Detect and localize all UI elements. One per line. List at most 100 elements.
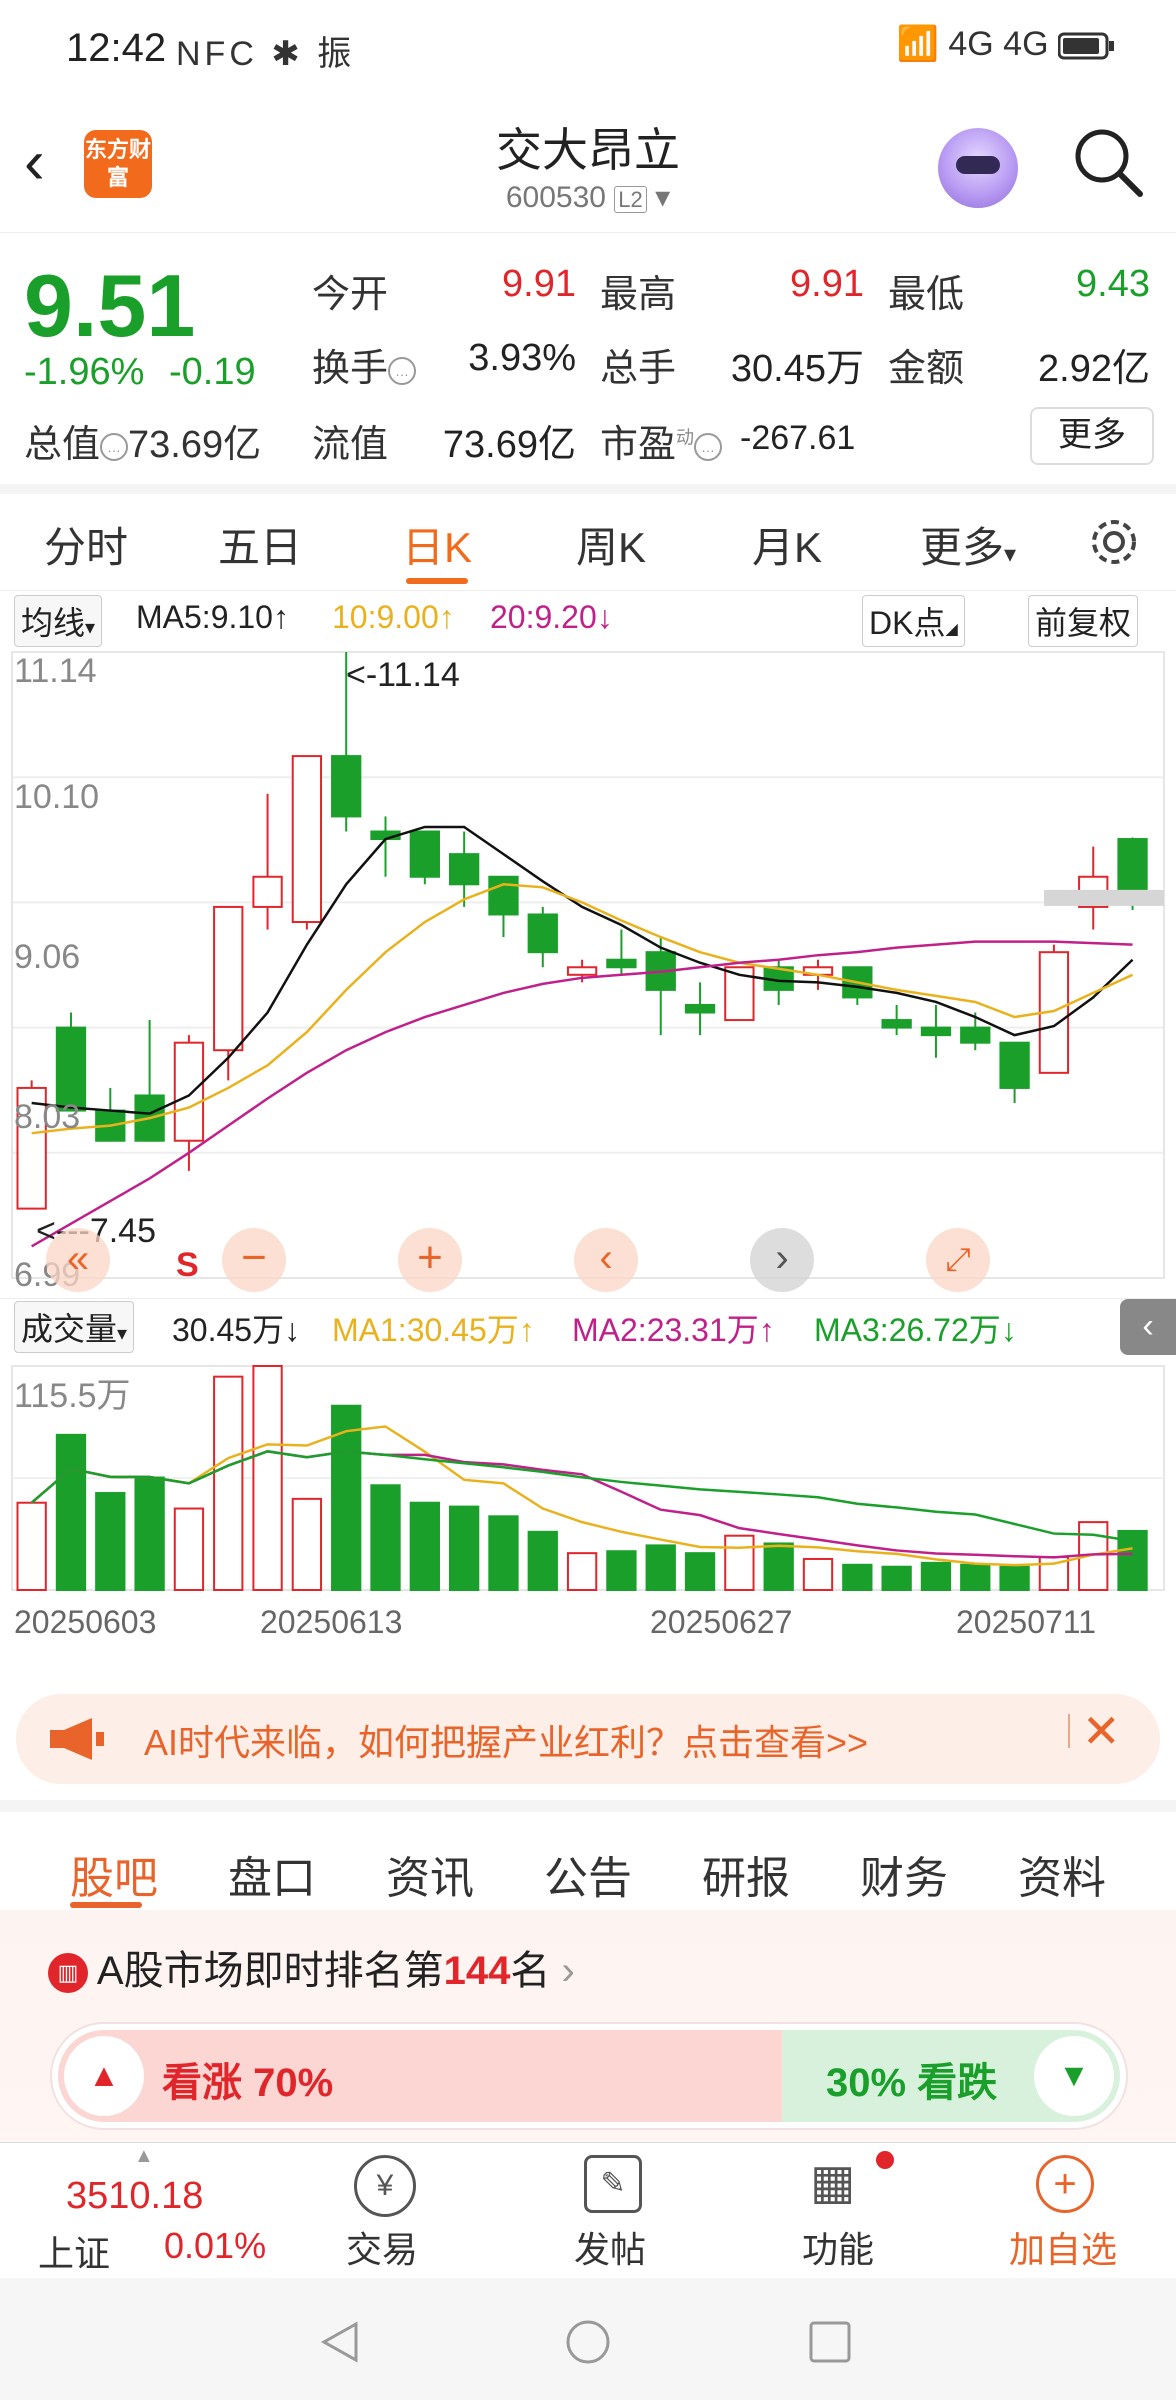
tab-finance[interactable]: 财务 <box>860 1842 948 1906</box>
nav-trade[interactable]: ¥ 交易 <box>320 2155 450 2275</box>
close-icon[interactable]: ✕ <box>1082 1704 1121 1758</box>
low-value: 9.43 <box>1076 263 1150 305</box>
volume-axis-label: 115.5万 <box>14 1377 131 1415</box>
fullscreen-icon[interactable]: ⤢ <box>926 1228 990 1292</box>
signal-icon: 4G 4G <box>948 25 1049 63</box>
tab-profile[interactable]: 资料 <box>1018 1842 1106 1906</box>
volume-bar <box>173 1507 205 1592</box>
tab-guba[interactable]: 股吧 <box>70 1842 158 1906</box>
pe-label[interactable]: 市盈动… <box>600 413 723 468</box>
adjust-button[interactable]: 前复权 <box>1028 595 1139 647</box>
tab-monthly-k[interactable]: 月K <box>752 514 822 575</box>
volume-bar <box>95 1492 126 1591</box>
grid-icon: ▦ <box>810 2156 856 2209</box>
chevron-right-icon: › <box>561 1949 575 1993</box>
candle-body <box>527 913 558 954</box>
float-mv-value: 73.69亿 <box>442 424 576 466</box>
volume-bar <box>488 1515 519 1592</box>
candle-body <box>331 755 362 818</box>
volume-label: 总手 <box>600 348 677 390</box>
open-value: 9.91 <box>502 263 576 305</box>
volume-bar <box>881 1565 912 1592</box>
search-icon[interactable] <box>1072 126 1144 198</box>
bullish-vote-button[interactable]: ▲ 看涨 70% <box>58 2030 818 2122</box>
level2-badge: L2 <box>614 186 647 213</box>
ma10-value: 10:9.00↑ <box>332 599 455 635</box>
tab-more[interactable]: 更多▾ <box>920 514 1016 575</box>
volume-bar <box>566 1552 598 1591</box>
battery-icon <box>1057 32 1114 60</box>
kline-svg[interactable] <box>0 646 1176 1676</box>
collapse-panel-icon[interactable]: ‹ <box>1120 1299 1176 1355</box>
max-price-marker: <-11.14 <box>346 656 460 694</box>
robot-assistant-icon[interactable] <box>938 128 1018 208</box>
system-home-icon[interactable] <box>564 2318 612 2366</box>
price-frame <box>11 651 1165 1279</box>
system-recents-icon[interactable] <box>808 2320 852 2364</box>
scroll-left-icon[interactable]: ‹ <box>574 1228 638 1292</box>
total-market-value[interactable]: 总值… 73.69亿 <box>24 413 261 468</box>
sentiment-section: ▥ A股市场即时排名第144名 › ▲ 看涨 70% 30% 看跌 ▼ <box>0 1910 1176 2142</box>
high-value: 9.91 <box>790 263 864 305</box>
volume-bar <box>527 1530 558 1591</box>
index-name: 上证 <box>38 2233 111 2274</box>
candle-body <box>252 875 283 908</box>
volume-select[interactable]: 成交量▾ <box>14 1301 135 1353</box>
index-quote[interactable]: ▲ 3510.18 上证 0.01% <box>32 2145 266 2275</box>
nav-add-watchlist[interactable]: + 加自选 <box>996 2155 1136 2275</box>
index-change: 0.01% <box>164 2225 267 2266</box>
ma-select[interactable]: 均线▾ <box>14 595 103 647</box>
promo-banner[interactable]: AI时代来临，如何把握产业红利？点击查看>> ✕ <box>16 1694 1160 1784</box>
open-label: 今开 <box>312 274 389 316</box>
nav-post[interactable]: ✎ 发帖 <box>548 2155 678 2275</box>
vol-ma3: MA3:26.72万↓ <box>814 1312 1017 1348</box>
zoom-out-icon[interactable]: − <box>222 1228 286 1292</box>
candle-body <box>566 966 598 976</box>
nav-functions[interactable]: ▦ 功能 <box>776 2151 906 2275</box>
zoom-in-icon[interactable]: + <box>398 1228 462 1292</box>
candle-body <box>1117 838 1148 899</box>
amount-label: 金额 <box>888 348 965 390</box>
period-tabs: 分时 五日 日K 周K 月K 更多▾ <box>0 484 1176 584</box>
tab-daily-k[interactable]: 日K <box>402 514 472 575</box>
network-icons: 📶 4G 4G <box>897 24 1116 64</box>
price-axis-label: 8.03 <box>14 1098 81 1136</box>
market-rank[interactable]: ▥ A股市场即时排名第144名 › <box>48 1938 575 1996</box>
volume-bar <box>370 1484 401 1591</box>
kline-chart[interactable]: 11.14 10.10 9.06 8.03 6.99 <-11.14 <---7… <box>0 646 1176 1676</box>
tab-five-day[interactable]: 五日 <box>218 514 302 575</box>
tab-weekly-k[interactable]: 周K <box>576 514 646 575</box>
tab-announcements[interactable]: 公告 <box>544 1842 632 1906</box>
volume-bar <box>448 1505 480 1592</box>
candle-body <box>291 755 323 924</box>
high-label: 最高 <box>600 274 677 316</box>
edit-icon: ✎ <box>584 2155 642 2213</box>
system-back-icon[interactable] <box>316 2318 364 2366</box>
wifi-icon: 📶 <box>896 25 939 63</box>
ma20-value: 20:9.20↓ <box>490 599 613 635</box>
ma5-value: MA5:9.10↑ <box>136 599 289 635</box>
candle-body <box>920 1026 952 1037</box>
volume-bar <box>763 1542 794 1591</box>
volume-bar <box>134 1476 165 1591</box>
tab-research[interactable]: 研报 <box>702 1842 790 1906</box>
tab-pankou[interactable]: 盘口 <box>228 1842 316 1906</box>
tab-news[interactable]: 资讯 <box>386 1842 474 1906</box>
vote-bar: ▲ 看涨 70% 30% 看跌 ▼ <box>52 2024 1126 2128</box>
dk-point-button[interactable]: DK点◢ <box>862 595 965 647</box>
volume-bar <box>252 1365 283 1591</box>
turnover-label[interactable]: 换手… <box>312 337 417 392</box>
bearish-vote-button[interactable]: 30% 看跌 ▼ <box>782 2030 1120 2122</box>
volume-bar <box>802 1557 834 1592</box>
price-axis-label: 9.06 <box>14 938 81 976</box>
candle-body <box>213 905 244 1052</box>
gear-icon[interactable] <box>1086 514 1142 570</box>
info-icon: … <box>388 356 417 385</box>
tab-intraday[interactable]: 分时 <box>44 514 128 575</box>
current-price-marker <box>1044 889 1164 906</box>
info-icon: … <box>100 432 129 461</box>
scroll-right-icon[interactable]: › <box>750 1228 814 1292</box>
volume-bar <box>960 1563 991 1592</box>
scroll-first-icon[interactable]: « <box>46 1228 110 1292</box>
more-button[interactable]: 更多 <box>1030 407 1154 465</box>
